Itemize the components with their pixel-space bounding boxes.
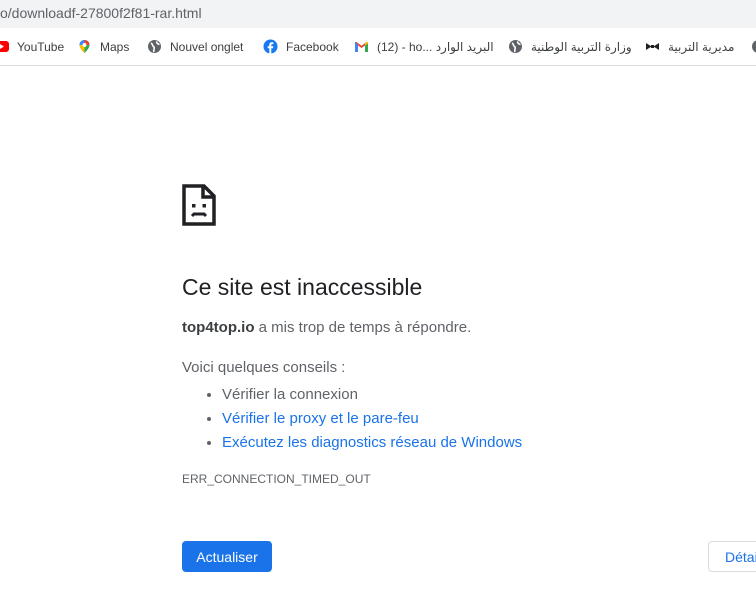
tip-check-proxy-link[interactable]: Vérifier le proxy et le pare-feu [222, 407, 522, 431]
bookmark-ministere[interactable]: وزارة التربية الوطنية [508, 28, 632, 65]
bookmark-label: YouTube [17, 39, 65, 54]
sad-page-icon [182, 184, 216, 226]
bookmark-direction[interactable]: مديرية التربية [645, 28, 734, 65]
youtube-icon [0, 39, 9, 54]
globe-icon [751, 39, 756, 54]
error-host: top4top.io [182, 319, 255, 336]
bookmark-label: وزارة التربية الوطنية [531, 39, 632, 54]
bookmark-label: Facebook [286, 39, 339, 54]
reload-button[interactable]: Actualiser [182, 541, 272, 572]
page-title: Ce site est inaccessible [182, 274, 423, 300]
bookmark-facebook[interactable]: Facebook [263, 28, 339, 65]
address-bar[interactable]: o/downloadf-27800f2f81-rar.html [0, 0, 756, 28]
globe-icon [147, 39, 162, 54]
error-summary: top4top.io a mis trop de temps à répondr… [182, 319, 471, 336]
tips-intro: Voici quelques conseils : [182, 359, 346, 376]
tip-check-connection: Vérifier la connexion [222, 383, 522, 407]
error-code: ERR_CONNECTION_TIMED_OUT [182, 472, 371, 486]
details-button[interactable]: Détails [708, 541, 756, 572]
bookmark-youtube[interactable]: YouTube [0, 28, 64, 65]
bookmark-label: Nouvel onglet [170, 39, 244, 54]
bookmark-gmail[interactable]: (12) - ho... البريد الوارد [354, 28, 494, 65]
tip-network-diagnostics-link[interactable]: Exécutez les diagnostics réseau de Windo… [222, 431, 522, 455]
gmail-icon [354, 39, 369, 54]
tips-list: Vérifier la connexion Vérifier le proxy … [202, 383, 522, 455]
bookmark-maps[interactable]: Maps [77, 28, 129, 65]
bookmark-label: مديرية التربية [668, 39, 735, 54]
bookmarks-bar: YouTube Maps Nouvel onglet Facebook (12)… [0, 28, 756, 66]
bowtie-icon [645, 39, 660, 54]
url-text[interactable]: o/downloadf-27800f2f81-rar.html [0, 5, 202, 21]
globe-icon [508, 39, 523, 54]
bookmark-overflow[interactable] [751, 28, 756, 65]
bookmark-label: (12) - ho... البريد الوارد [377, 39, 494, 54]
browser-window: o/downloadf-27800f2f81-rar.html YouTube … [0, 0, 756, 609]
bookmark-label: Maps [100, 39, 130, 54]
facebook-icon [263, 39, 278, 54]
maps-icon [77, 39, 92, 54]
bookmark-nouvel-onglet[interactable]: Nouvel onglet [147, 28, 243, 65]
error-summary-text: a mis trop de temps à répondre. [254, 319, 472, 336]
